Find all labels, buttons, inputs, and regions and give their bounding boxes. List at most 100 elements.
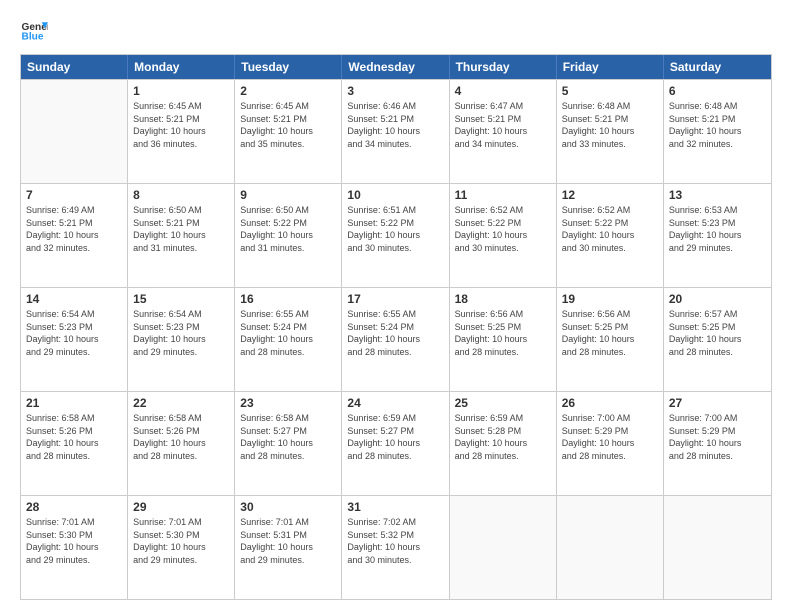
- calendar: SundayMondayTuesdayWednesdayThursdayFrid…: [20, 54, 772, 600]
- cell-day-number: 24: [347, 395, 443, 411]
- cell-info: Sunrise: 6:54 AM Sunset: 5:23 PM Dayligh…: [26, 308, 122, 358]
- header-day-tuesday: Tuesday: [235, 55, 342, 79]
- calendar-cell: 4Sunrise: 6:47 AM Sunset: 5:21 PM Daylig…: [450, 80, 557, 183]
- calendar-cell: 25Sunrise: 6:59 AM Sunset: 5:28 PM Dayli…: [450, 392, 557, 495]
- cell-day-number: 30: [240, 499, 336, 515]
- cell-day-number: 14: [26, 291, 122, 307]
- cell-day-number: 15: [133, 291, 229, 307]
- svg-text:Blue: Blue: [22, 31, 44, 42]
- calendar-cell: 19Sunrise: 6:56 AM Sunset: 5:25 PM Dayli…: [557, 288, 664, 391]
- cell-day-number: 7: [26, 187, 122, 203]
- calendar-week-3: 14Sunrise: 6:54 AM Sunset: 5:23 PM Dayli…: [21, 287, 771, 391]
- calendar-cell: 18Sunrise: 6:56 AM Sunset: 5:25 PM Dayli…: [450, 288, 557, 391]
- cell-info: Sunrise: 6:58 AM Sunset: 5:26 PM Dayligh…: [133, 412, 229, 462]
- cell-day-number: 21: [26, 395, 122, 411]
- cell-day-number: 26: [562, 395, 658, 411]
- cell-day-number: 31: [347, 499, 443, 515]
- calendar-cell: 3Sunrise: 6:46 AM Sunset: 5:21 PM Daylig…: [342, 80, 449, 183]
- header: General Blue: [20, 16, 772, 44]
- cell-day-number: 6: [669, 83, 766, 99]
- cell-info: Sunrise: 6:49 AM Sunset: 5:21 PM Dayligh…: [26, 204, 122, 254]
- calendar-cell: 24Sunrise: 6:59 AM Sunset: 5:27 PM Dayli…: [342, 392, 449, 495]
- cell-day-number: 1: [133, 83, 229, 99]
- cell-info: Sunrise: 6:53 AM Sunset: 5:23 PM Dayligh…: [669, 204, 766, 254]
- cell-day-number: 2: [240, 83, 336, 99]
- cell-info: Sunrise: 7:01 AM Sunset: 5:31 PM Dayligh…: [240, 516, 336, 566]
- calendar-week-2: 7Sunrise: 6:49 AM Sunset: 5:21 PM Daylig…: [21, 183, 771, 287]
- calendar-cell: 13Sunrise: 6:53 AM Sunset: 5:23 PM Dayli…: [664, 184, 771, 287]
- calendar-body: 1Sunrise: 6:45 AM Sunset: 5:21 PM Daylig…: [21, 79, 771, 599]
- calendar-cell: 5Sunrise: 6:48 AM Sunset: 5:21 PM Daylig…: [557, 80, 664, 183]
- cell-info: Sunrise: 7:00 AM Sunset: 5:29 PM Dayligh…: [669, 412, 766, 462]
- cell-info: Sunrise: 6:56 AM Sunset: 5:25 PM Dayligh…: [562, 308, 658, 358]
- cell-day-number: 11: [455, 187, 551, 203]
- calendar-cell: [664, 496, 771, 599]
- calendar-cell: 11Sunrise: 6:52 AM Sunset: 5:22 PM Dayli…: [450, 184, 557, 287]
- calendar-cell: 22Sunrise: 6:58 AM Sunset: 5:26 PM Dayli…: [128, 392, 235, 495]
- cell-day-number: 13: [669, 187, 766, 203]
- cell-info: Sunrise: 6:54 AM Sunset: 5:23 PM Dayligh…: [133, 308, 229, 358]
- calendar-cell: [21, 80, 128, 183]
- calendar-cell: 23Sunrise: 6:58 AM Sunset: 5:27 PM Dayli…: [235, 392, 342, 495]
- cell-day-number: 23: [240, 395, 336, 411]
- header-day-wednesday: Wednesday: [342, 55, 449, 79]
- calendar-cell: [450, 496, 557, 599]
- header-day-saturday: Saturday: [664, 55, 771, 79]
- calendar-cell: 16Sunrise: 6:55 AM Sunset: 5:24 PM Dayli…: [235, 288, 342, 391]
- cell-day-number: 5: [562, 83, 658, 99]
- cell-info: Sunrise: 6:52 AM Sunset: 5:22 PM Dayligh…: [455, 204, 551, 254]
- calendar-cell: 2Sunrise: 6:45 AM Sunset: 5:21 PM Daylig…: [235, 80, 342, 183]
- cell-day-number: 25: [455, 395, 551, 411]
- cell-info: Sunrise: 6:50 AM Sunset: 5:22 PM Dayligh…: [240, 204, 336, 254]
- cell-day-number: 19: [562, 291, 658, 307]
- header-day-sunday: Sunday: [21, 55, 128, 79]
- cell-info: Sunrise: 6:50 AM Sunset: 5:21 PM Dayligh…: [133, 204, 229, 254]
- cell-info: Sunrise: 6:58 AM Sunset: 5:26 PM Dayligh…: [26, 412, 122, 462]
- calendar-cell: 21Sunrise: 6:58 AM Sunset: 5:26 PM Dayli…: [21, 392, 128, 495]
- cell-info: Sunrise: 6:48 AM Sunset: 5:21 PM Dayligh…: [669, 100, 766, 150]
- cell-info: Sunrise: 6:45 AM Sunset: 5:21 PM Dayligh…: [240, 100, 336, 150]
- cell-day-number: 27: [669, 395, 766, 411]
- logo-icon: General Blue: [20, 16, 48, 44]
- logo: General Blue: [20, 16, 48, 44]
- cell-day-number: 18: [455, 291, 551, 307]
- calendar-header: SundayMondayTuesdayWednesdayThursdayFrid…: [21, 55, 771, 79]
- cell-day-number: 16: [240, 291, 336, 307]
- cell-info: Sunrise: 6:56 AM Sunset: 5:25 PM Dayligh…: [455, 308, 551, 358]
- cell-day-number: 17: [347, 291, 443, 307]
- cell-info: Sunrise: 6:58 AM Sunset: 5:27 PM Dayligh…: [240, 412, 336, 462]
- cell-info: Sunrise: 6:57 AM Sunset: 5:25 PM Dayligh…: [669, 308, 766, 358]
- cell-info: Sunrise: 7:00 AM Sunset: 5:29 PM Dayligh…: [562, 412, 658, 462]
- cell-info: Sunrise: 6:59 AM Sunset: 5:28 PM Dayligh…: [455, 412, 551, 462]
- calendar-cell: 31Sunrise: 7:02 AM Sunset: 5:32 PM Dayli…: [342, 496, 449, 599]
- calendar-cell: 20Sunrise: 6:57 AM Sunset: 5:25 PM Dayli…: [664, 288, 771, 391]
- header-day-thursday: Thursday: [450, 55, 557, 79]
- cell-day-number: 28: [26, 499, 122, 515]
- calendar-cell: 10Sunrise: 6:51 AM Sunset: 5:22 PM Dayli…: [342, 184, 449, 287]
- cell-day-number: 3: [347, 83, 443, 99]
- calendar-cell: 8Sunrise: 6:50 AM Sunset: 5:21 PM Daylig…: [128, 184, 235, 287]
- calendar-cell: 9Sunrise: 6:50 AM Sunset: 5:22 PM Daylig…: [235, 184, 342, 287]
- cell-day-number: 12: [562, 187, 658, 203]
- cell-info: Sunrise: 6:55 AM Sunset: 5:24 PM Dayligh…: [240, 308, 336, 358]
- calendar-cell: 14Sunrise: 6:54 AM Sunset: 5:23 PM Dayli…: [21, 288, 128, 391]
- calendar-cell: 7Sunrise: 6:49 AM Sunset: 5:21 PM Daylig…: [21, 184, 128, 287]
- calendar-week-5: 28Sunrise: 7:01 AM Sunset: 5:30 PM Dayli…: [21, 495, 771, 599]
- calendar-cell: 26Sunrise: 7:00 AM Sunset: 5:29 PM Dayli…: [557, 392, 664, 495]
- cell-day-number: 20: [669, 291, 766, 307]
- calendar-cell: 15Sunrise: 6:54 AM Sunset: 5:23 PM Dayli…: [128, 288, 235, 391]
- calendar-cell: 30Sunrise: 7:01 AM Sunset: 5:31 PM Dayli…: [235, 496, 342, 599]
- cell-info: Sunrise: 6:45 AM Sunset: 5:21 PM Dayligh…: [133, 100, 229, 150]
- calendar-cell: 27Sunrise: 7:00 AM Sunset: 5:29 PM Dayli…: [664, 392, 771, 495]
- cell-day-number: 4: [455, 83, 551, 99]
- calendar-cell: [557, 496, 664, 599]
- calendar-cell: 12Sunrise: 6:52 AM Sunset: 5:22 PM Dayli…: [557, 184, 664, 287]
- calendar-cell: 29Sunrise: 7:01 AM Sunset: 5:30 PM Dayli…: [128, 496, 235, 599]
- cell-day-number: 29: [133, 499, 229, 515]
- cell-day-number: 22: [133, 395, 229, 411]
- cell-info: Sunrise: 6:48 AM Sunset: 5:21 PM Dayligh…: [562, 100, 658, 150]
- cell-day-number: 10: [347, 187, 443, 203]
- calendar-cell: 6Sunrise: 6:48 AM Sunset: 5:21 PM Daylig…: [664, 80, 771, 183]
- cell-info: Sunrise: 6:51 AM Sunset: 5:22 PM Dayligh…: [347, 204, 443, 254]
- calendar-cell: 17Sunrise: 6:55 AM Sunset: 5:24 PM Dayli…: [342, 288, 449, 391]
